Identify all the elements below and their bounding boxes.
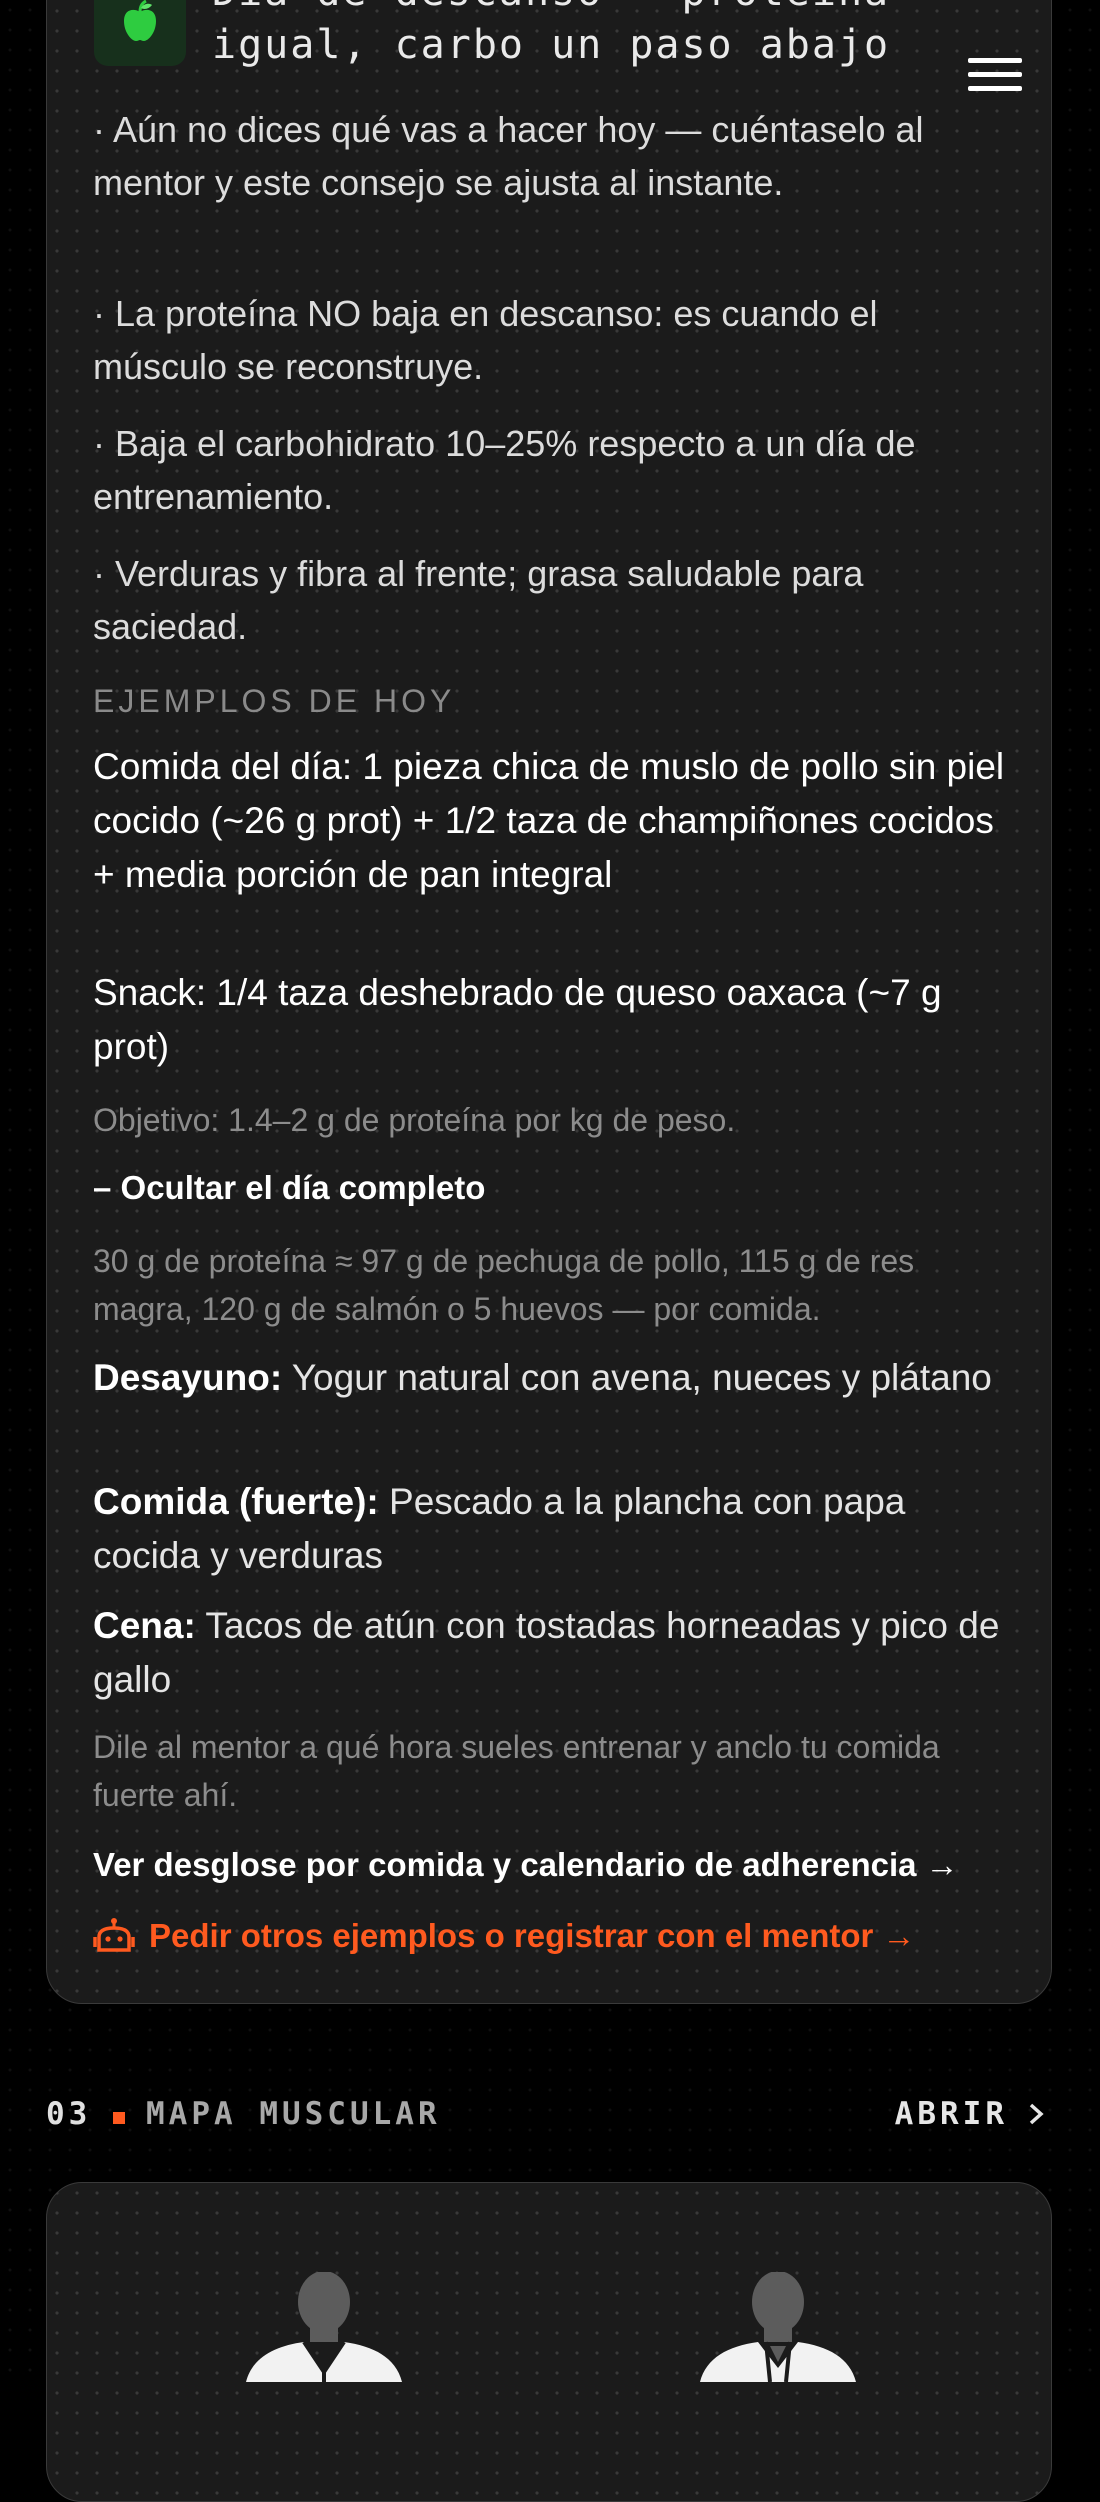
open-section-button[interactable]: ABRIR [895,2096,1044,2132]
mentor-hint-block: Dile al mentor a qué hora sueles entrena… [93,1723,1013,1819]
mentor-link-block: Pedir otros ejemplos o registrar con el … [93,1913,1013,1959]
tip-block: · La proteína NO baja en descanso: es cu… [93,287,1013,393]
section-title: MAPA MUSCULAR [146,2096,441,2132]
example-item: Comida del día: 1 pieza chica de muslo d… [93,746,1005,895]
examples-label: EJEMPLOS DE HOY [93,683,456,719]
protein-equivalence-note: 30 g de proteína ≈ 97 g de pechuga de po… [93,1243,915,1327]
front-body-figure[interactable] [246,2272,406,2382]
meal-dinner: Cena: Tacos de atún con tostadas hornead… [93,1605,1000,1700]
card-title: Día de descanso — proteína igual, carbo … [212,0,891,68]
tip-block: · Verduras y fibra al frente; grasa salu… [93,547,1013,653]
example-block: Comida del día: 1 pieza chica de muslo d… [93,740,1013,902]
open-label: ABRIR [894,2096,1008,2132]
breakdown-link-block: Ver desglose por comida y calendario de … [93,1842,1013,1888]
meal-breakfast: Desayuno: Yogur natural con avena, nuece… [93,1357,992,1398]
tip-item: · Verduras y fibra al frente; grasa salu… [93,553,864,647]
section-marker [113,2112,125,2124]
meal-block: Comida (fuerte): Pescado a la plancha co… [93,1475,1013,1583]
tip-item: · La proteína NO baja en descanso: es cu… [93,293,878,387]
example-item: Snack: 1/4 taza deshebrado de queso oaxa… [93,972,942,1067]
breakdown-link[interactable]: Ver desglose por comida y calendario de … [93,1842,1013,1888]
protein-goal: Objetivo: 1.4–2 g de proteína por kg de … [93,1102,736,1138]
muscle-map-card [46,2182,1052,2502]
mentor-hint: Dile al mentor a qué hora sueles entrena… [93,1729,940,1813]
ask-mentor-link[interactable]: Pedir otros ejemplos o registrar con el … [93,1913,1013,1959]
ask-mentor-label: Pedir otros ejemplos o registrar con el … [149,1917,916,1954]
example-block: Snack: 1/4 taza deshebrado de queso oaxa… [93,966,1013,1074]
meal-block: Cena: Tacos de atún con tostadas hornead… [93,1599,1013,1707]
protein-note-block: 30 g de proteína ≈ 97 g de pechuga de po… [93,1237,1013,1333]
meal-lunch: Comida (fuerte): Pescado a la plancha co… [93,1481,906,1576]
examples-label-block: EJEMPLOS DE HOY [93,683,1013,720]
hamburger-menu-icon[interactable] [968,58,1022,98]
toggle-block: – Ocultar el día completo [93,1165,1013,1211]
back-body-figure[interactable] [700,2272,860,2382]
section-number: 03 [46,2096,92,2132]
tip-item: · Aún no dices qué vas a hacer hoy — cué… [93,109,924,203]
tip-block: · Baja el carbohidrato 10–25% respecto a… [93,417,1013,523]
section-header-muscle-map: 03 MAPA MUSCULAR ABRIR [46,2092,1052,2138]
goal-block: Objetivo: 1.4–2 g de proteína por kg de … [93,1096,1013,1144]
apple-icon [94,0,186,66]
hide-full-day-toggle[interactable]: – Ocultar el día completo [93,1165,1013,1211]
meal-block: Desayuno: Yogur natural con avena, nuece… [93,1351,1013,1405]
tips-list: · Aún no dices qué vas a hacer hoy — cué… [93,103,1013,209]
chevron-right-icon [1029,2103,1044,2125]
robot-icon [93,1918,135,1952]
tip-item: · Baja el carbohidrato 10–25% respecto a… [93,423,916,517]
